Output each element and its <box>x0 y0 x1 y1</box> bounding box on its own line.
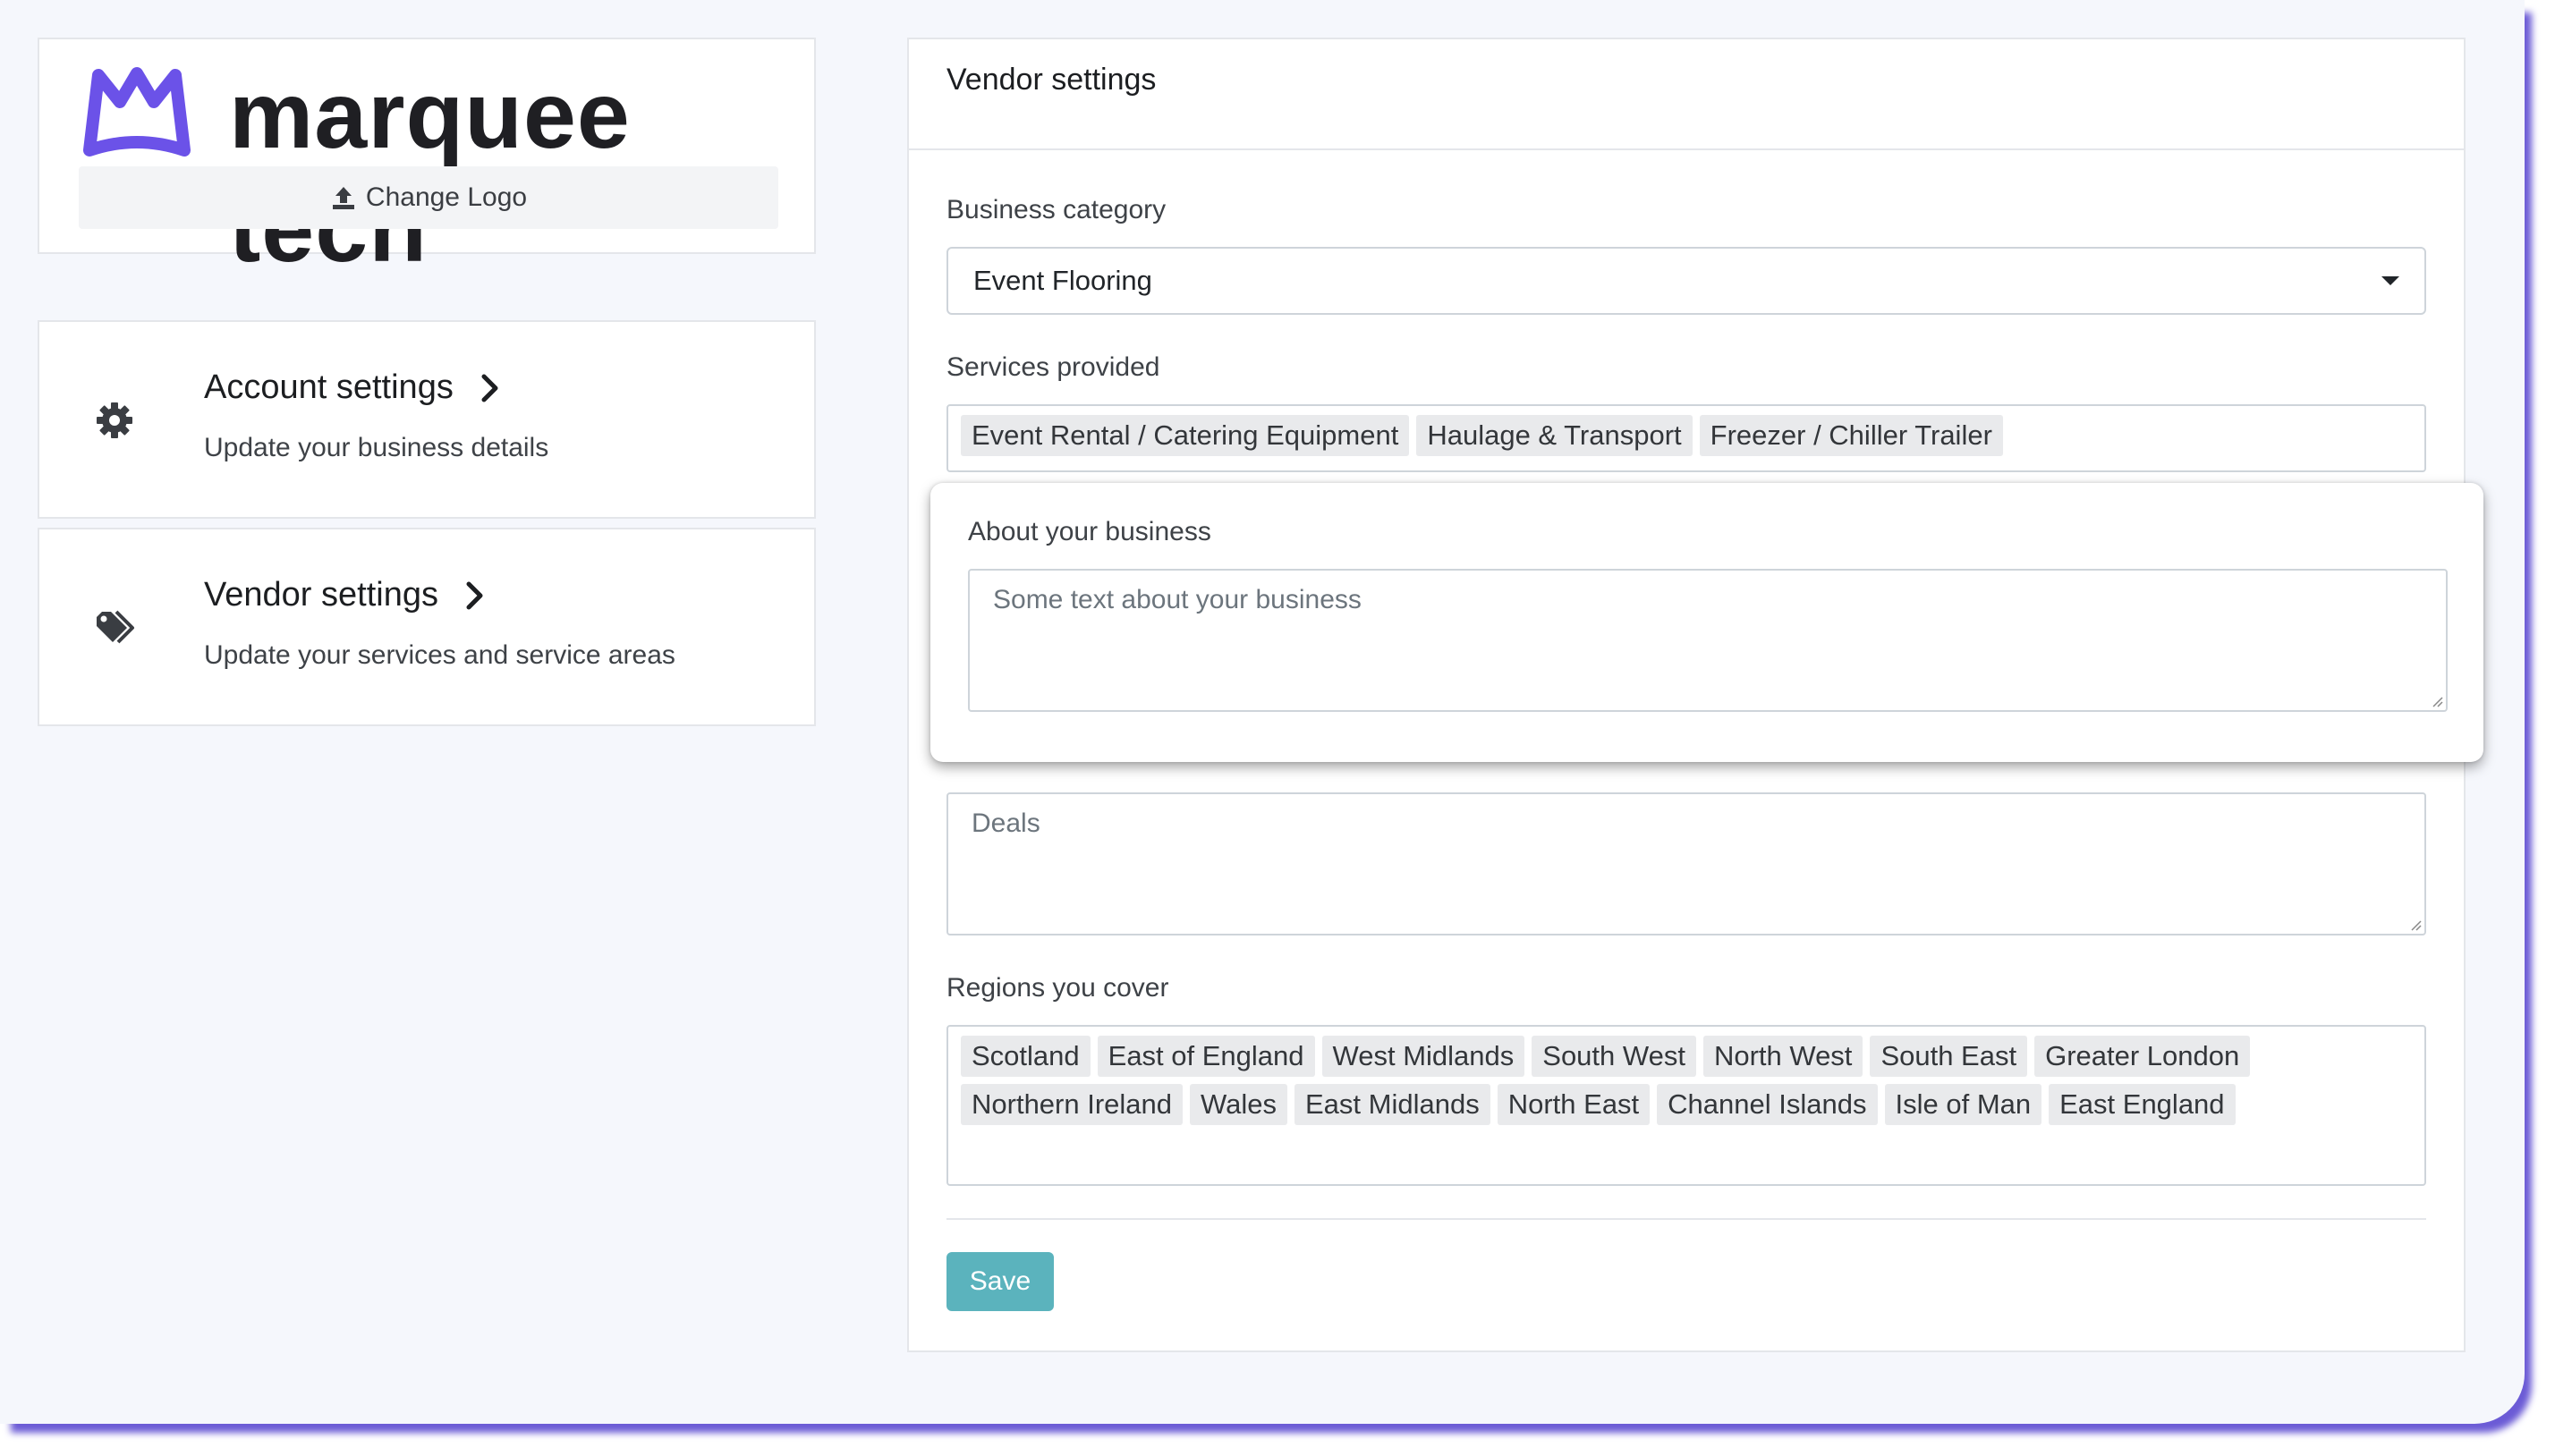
business-category-label: Business category <box>946 195 1167 224</box>
regions-tag-input[interactable]: Scotland East of England West Midlands S… <box>946 1025 2426 1186</box>
nav-vendor-title: Vendor settings <box>204 576 438 614</box>
region-tag[interactable]: Northern Ireland <box>961 1084 1184 1125</box>
region-tag[interactable]: Channel Islands <box>1657 1084 1878 1125</box>
services-label: Services provided <box>946 352 1160 382</box>
logo-card: marquee tech Change Logo <box>38 38 816 282</box>
region-tag[interactable]: Scotland <box>961 1036 1091 1077</box>
upload-icon <box>332 187 354 209</box>
chevron-right-icon <box>481 374 498 402</box>
nav-account-subtitle: Update your business details <box>204 433 549 462</box>
region-tag[interactable]: East Midlands <box>1294 1084 1490 1125</box>
form-divider <box>946 1218 2426 1220</box>
region-tag[interactable]: North East <box>1497 1084 1651 1125</box>
service-tag[interactable]: Haulage & Transport <box>1416 415 1693 456</box>
nav-vendor-settings[interactable]: Vendor settings Update your services and… <box>38 528 816 726</box>
nav-vendor-subtitle: Update your services and service areas <box>204 640 675 670</box>
chevron-right-icon <box>466 581 483 609</box>
region-tag[interactable]: East of England <box>1097 1036 1315 1077</box>
regions-label: Regions you cover <box>946 973 1169 1003</box>
gear-icon <box>97 402 132 438</box>
marquee-logo-icon <box>83 67 191 157</box>
region-tag[interactable]: Wales <box>1190 1084 1287 1125</box>
service-tag[interactable]: Freezer / Chiller Trailer <box>1699 415 2003 456</box>
about-business-placeholder: Some text about your business <box>993 585 1362 614</box>
about-business-textarea[interactable]: Some text about your business <box>968 569 2448 712</box>
save-button[interactable]: Save <box>946 1252 1054 1311</box>
region-tag[interactable]: Isle of Man <box>1884 1084 2042 1125</box>
change-logo-button[interactable]: Change Logo <box>79 166 778 229</box>
about-business-popup: About your business Some text about your… <box>930 483 2483 762</box>
region-tag[interactable]: North West <box>1702 1036 1863 1077</box>
region-tag[interactable]: South East <box>1870 1036 2028 1077</box>
app-window: marquee tech Change Logo Account setting… <box>0 0 2525 1424</box>
business-category-select[interactable]: Event Flooring <box>946 247 2426 315</box>
service-tag[interactable]: Event Rental / Catering Equipment <box>961 415 1410 456</box>
region-tag[interactable]: Greater London <box>2034 1036 2251 1077</box>
about-business-label: About your business <box>968 517 1211 546</box>
change-logo-label: Change Logo <box>365 182 528 212</box>
services-tag-input[interactable]: Event Rental / Catering Equipment Haulag… <box>946 404 2426 472</box>
resize-grip-icon[interactable] <box>2409 918 2422 931</box>
nav-account-settings[interactable]: Account settings Update your business de… <box>38 320 816 519</box>
business-category-value: Event Flooring <box>973 265 1152 296</box>
tags-icon <box>97 610 134 644</box>
resize-grip-icon[interactable] <box>2431 695 2443 707</box>
region-tag[interactable]: West Midlands <box>1321 1036 1525 1077</box>
region-tag[interactable]: East England <box>2049 1084 2236 1125</box>
nav-account-title: Account settings <box>204 368 454 406</box>
region-tag[interactable]: South West <box>1532 1036 1696 1077</box>
deals-placeholder: Deals <box>972 808 1040 838</box>
caret-down-icon <box>2381 276 2399 285</box>
deals-textarea[interactable]: Deals <box>946 792 2426 935</box>
panel-title: Vendor settings <box>909 39 2464 150</box>
